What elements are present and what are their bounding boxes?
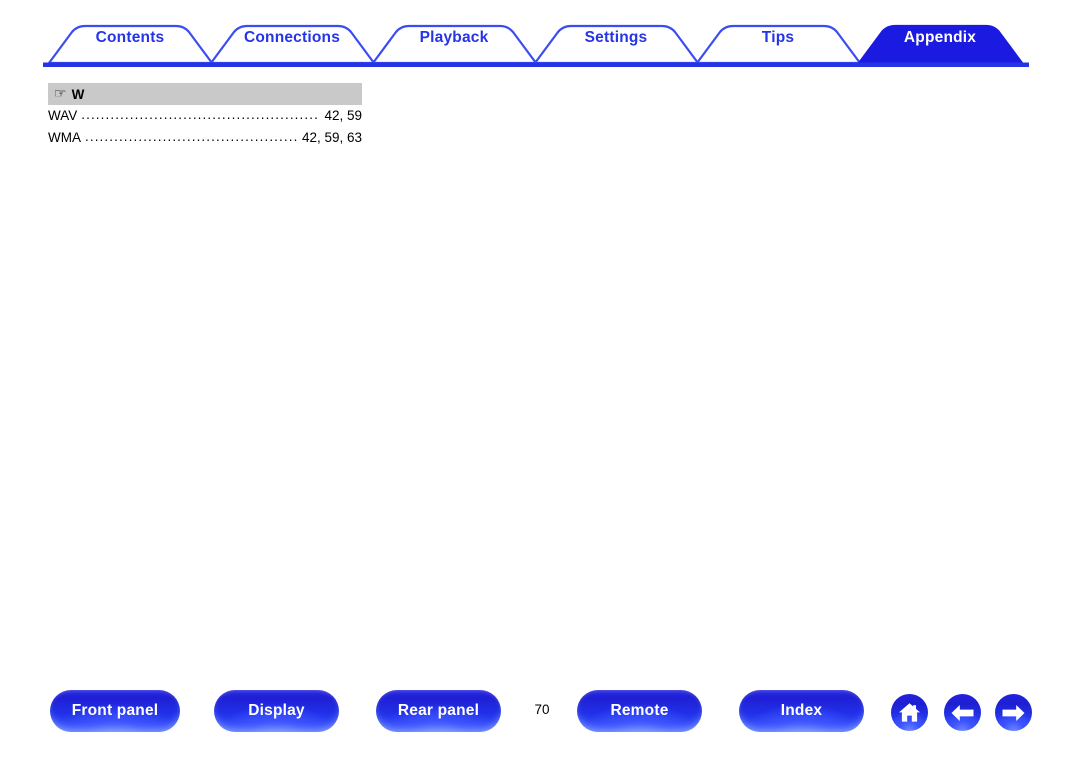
forward-arrow-icon [1001, 704, 1026, 722]
tab-tips[interactable]: Tips [762, 29, 794, 47]
front-panel-button[interactable]: Front panel [50, 690, 180, 732]
bottom-navigation-bar: Front panel Display Rear panel 70 Remote… [0, 690, 1080, 745]
tab-connections[interactable]: Connections [244, 29, 340, 47]
rear-panel-button[interactable]: Rear panel [376, 690, 501, 732]
pointing-hand-icon: ☞ [54, 85, 67, 101]
tab-settings[interactable]: Settings [585, 29, 648, 47]
display-button[interactable]: Display [214, 690, 339, 732]
tab-contents[interactable]: Contents [96, 29, 165, 47]
dot-leader: ........................................… [81, 107, 319, 122]
home-button[interactable] [891, 694, 928, 731]
page-number: 70 [534, 702, 550, 717]
index-letter-header: ☞ W [48, 83, 362, 105]
index-term: WMA [48, 130, 81, 145]
index-pages: 42, 59, 63 [301, 130, 362, 145]
index-section: ☞ W WAV ................................… [48, 83, 362, 149]
home-icon [898, 702, 921, 723]
tab-playback[interactable]: Playback [420, 29, 489, 47]
back-button[interactable] [944, 694, 981, 731]
tab-appendix[interactable]: Appendix [904, 29, 976, 47]
index-button[interactable]: Index [739, 690, 864, 732]
index-letter-label: W [71, 86, 85, 102]
tab-bar-underline [43, 62, 1029, 67]
dot-leader: ........................................… [85, 129, 297, 144]
remote-button[interactable]: Remote [577, 690, 702, 732]
index-term: WAV [48, 108, 78, 123]
index-entry-wma[interactable]: WMA ....................................… [48, 127, 362, 149]
index-pages: 42, 59 [324, 108, 362, 123]
index-entry-wav[interactable]: WAV ....................................… [48, 105, 362, 127]
forward-button[interactable] [995, 694, 1032, 731]
tab-bar: Contents Connections Playback Settings T… [0, 0, 1080, 72]
back-arrow-icon [950, 704, 975, 722]
